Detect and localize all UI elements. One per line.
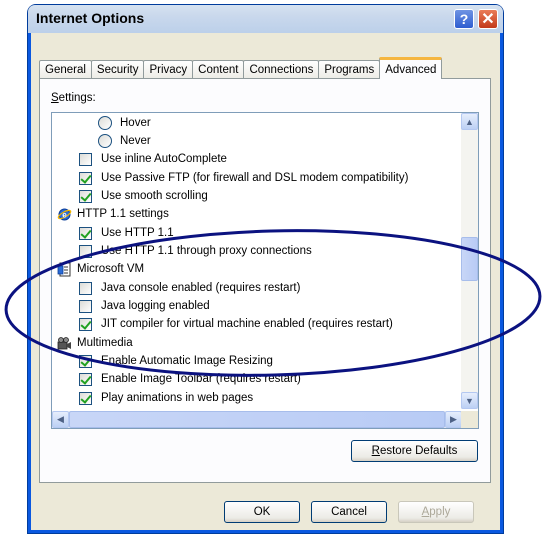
option-use-http11[interactable]: Use HTTP 1.1: [79, 224, 174, 242]
radio-button[interactable]: [98, 134, 112, 148]
help-icon: ?: [459, 11, 469, 27]
radio-button[interactable]: [98, 116, 112, 130]
option-image-toolbar[interactable]: Enable Image Toolbar (requires restart): [79, 370, 301, 388]
checkbox[interactable]: [79, 281, 92, 295]
option-smooth-scrolling[interactable]: Use smooth scrolling: [79, 187, 208, 205]
tab-strip: General Security Privacy Content Connect…: [39, 57, 443, 79]
scroll-up-button[interactable]: ▲: [461, 113, 478, 130]
help-button[interactable]: ?: [454, 9, 474, 29]
chevron-up-icon: ▲: [465, 116, 474, 127]
option-label: Use Passive FTP (for firewall and DSL mo…: [101, 172, 409, 184]
option-label: Java console enabled (requires restart): [101, 282, 301, 294]
scroll-right-button[interactable]: ▶: [445, 411, 462, 428]
option-jit-compiler[interactable]: JIT compiler for virtual machine enabled…: [79, 315, 393, 333]
advanced-tab-panel: Settings: Hover Never Use inline AutoCom…: [39, 78, 491, 483]
option-label: Use HTTP 1.1 through proxy connections: [101, 245, 312, 257]
scrollbar-corner: [461, 411, 478, 428]
option-inline-autocomplete[interactable]: Use inline AutoComplete: [79, 150, 227, 168]
tab-advanced[interactable]: Advanced: [379, 57, 443, 79]
option-java-console[interactable]: Java console enabled (requires restart): [79, 279, 300, 297]
apply-button[interactable]: Apply: [398, 501, 474, 523]
checkbox[interactable]: [79, 226, 92, 240]
option-passive-ftp[interactable]: Use Passive FTP (for firewall and DSL mo…: [79, 169, 408, 187]
radio-never[interactable]: Never: [98, 132, 151, 150]
cancel-button[interactable]: Cancel: [311, 501, 387, 523]
category-label: Multimedia: [77, 337, 133, 349]
window-title: Internet Options: [36, 10, 145, 26]
document-icon: [57, 262, 71, 276]
scroll-down-button[interactable]: ▼: [461, 392, 478, 409]
option-label: Enable Image Toolbar (requires restart): [101, 373, 301, 385]
category-label: HTTP 1.1 settings: [77, 208, 169, 220]
chevron-left-icon: ◀: [57, 414, 64, 424]
category-microsoft-vm: Microsoft VM: [57, 260, 144, 278]
checkbox[interactable]: [79, 317, 92, 331]
svg-text:e: e: [62, 210, 67, 219]
checkbox[interactable]: [79, 171, 92, 185]
ie-globe-icon: e: [57, 208, 72, 220]
category-multimedia: Multimedia: [57, 334, 133, 352]
checkbox[interactable]: [79, 244, 92, 258]
category-http-settings: e HTTP 1.1 settings: [57, 205, 169, 223]
tab-programs[interactable]: Programs: [318, 60, 381, 79]
close-button[interactable]: ✕: [478, 9, 498, 29]
category-label: Microsoft VM: [77, 263, 145, 275]
checkbox[interactable]: [79, 354, 92, 368]
restore-defaults-button[interactable]: Restore Defaults: [351, 440, 478, 462]
chevron-right-icon: ▶: [450, 414, 457, 424]
multimedia-icon: [57, 336, 71, 349]
option-label: Use smooth scrolling: [101, 190, 208, 202]
radio-label: Never: [120, 135, 151, 147]
option-label: Use inline AutoComplete: [101, 153, 227, 165]
horizontal-scrollbar[interactable]: ◀ ▶: [52, 411, 462, 428]
checkbox[interactable]: [79, 391, 92, 405]
tab-security[interactable]: Security: [90, 60, 145, 79]
checkbox[interactable]: [79, 372, 92, 386]
option-http11-proxy[interactable]: Use HTTP 1.1 through proxy connections: [79, 242, 312, 260]
ok-button[interactable]: OK: [224, 501, 300, 523]
close-icon: ✕: [481, 11, 495, 28]
option-label: Play animations in web pages: [101, 392, 254, 404]
settings-list-content: Hover Never Use inline AutoComplete Use …: [52, 113, 462, 409]
tab-connections[interactable]: Connections: [243, 60, 320, 79]
option-java-logging[interactable]: Java logging enabled: [79, 297, 210, 315]
checkbox[interactable]: [79, 299, 92, 313]
radio-hover[interactable]: Hover: [98, 114, 151, 132]
tab-general[interactable]: General: [39, 60, 92, 79]
option-label: Use HTTP 1.1: [101, 227, 174, 239]
dialog-client-area: General Security Privacy Content Connect…: [31, 33, 500, 530]
chevron-down-icon: ▼: [465, 395, 474, 406]
tab-privacy[interactable]: Privacy: [143, 60, 194, 79]
internet-options-window: Internet Options ? ✕ General Security Pr…: [28, 5, 503, 533]
option-play-animations[interactable]: Play animations in web pages: [79, 389, 253, 407]
scroll-left-button[interactable]: ◀: [52, 411, 69, 428]
checkbox[interactable]: [79, 189, 92, 203]
title-bar[interactable]: Internet Options ? ✕: [28, 5, 503, 33]
option-label: JIT compiler for virtual machine enabled…: [101, 318, 393, 330]
vertical-scrollbar[interactable]: ▲ ▼: [461, 113, 478, 409]
vertical-scroll-thumb[interactable]: [461, 237, 478, 281]
radio-label: Hover: [120, 117, 151, 129]
option-label: Java logging enabled: [101, 300, 210, 312]
horizontal-scroll-thumb[interactable]: [69, 411, 445, 428]
settings-label: Settings:: [51, 92, 96, 104]
settings-list[interactable]: Hover Never Use inline AutoComplete Use …: [51, 112, 479, 429]
option-image-resizing[interactable]: Enable Automatic Image Resizing: [79, 352, 273, 370]
checkbox[interactable]: [79, 152, 92, 166]
option-label: Enable Automatic Image Resizing: [101, 355, 273, 367]
tab-content[interactable]: Content: [192, 60, 245, 79]
